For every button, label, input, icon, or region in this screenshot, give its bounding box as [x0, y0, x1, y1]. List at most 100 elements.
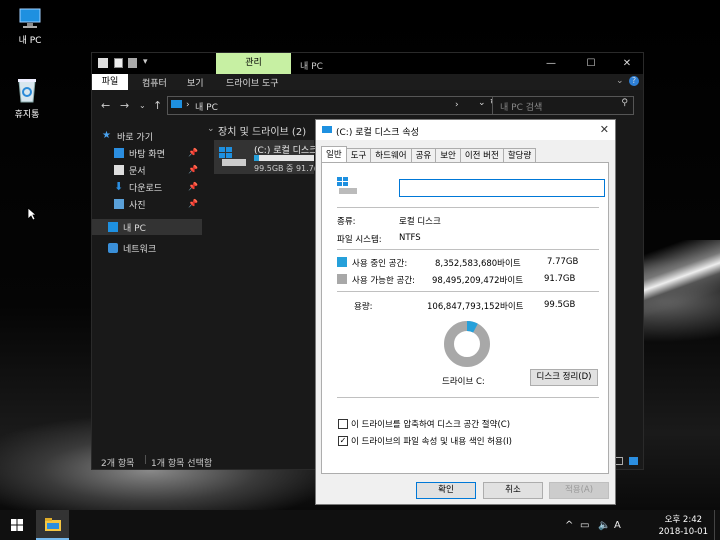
- disk-cleanup-button[interactable]: 디스크 정리(D): [530, 369, 598, 386]
- recent-locations-icon[interactable]: ⌄: [139, 101, 146, 110]
- compress-label[interactable]: 이 드라이브를 압축하여 디스크 공간 절약(C): [351, 418, 510, 430]
- drive-properties-dialog: (C:) 로컬 디스크 속성 ✕ 일반 도구 하드웨어 공유 보안 이전 버전 …: [315, 119, 616, 505]
- maximize-button[interactable]: ☐: [571, 53, 611, 74]
- capacity-gb: 99.5GB: [544, 300, 576, 310]
- large-icons-view-icon[interactable]: [629, 457, 638, 465]
- status-divider: |: [144, 455, 148, 465]
- dialog-close-icon[interactable]: ✕: [600, 123, 609, 136]
- up-arrow-icon[interactable]: ↑: [153, 99, 162, 112]
- network-tray-icon[interactable]: ▭: [580, 520, 589, 531]
- free-space-ring: [444, 321, 490, 367]
- minimize-button[interactable]: —: [531, 53, 571, 74]
- desktop-icon-label: 휴지통: [14, 110, 40, 120]
- start-button[interactable]: [0, 510, 34, 540]
- separator: [337, 207, 599, 208]
- type-value: 로컬 디스크: [399, 217, 441, 227]
- tab-file[interactable]: 파일: [92, 74, 128, 90]
- tab-quota[interactable]: 할당량: [502, 148, 537, 163]
- ribbon-tabs: 파일 컴퓨터 보기 드라이브 도구 ⌄ ?: [92, 74, 643, 90]
- clock[interactable]: 오후 2:42 2018-10-01: [659, 514, 708, 538]
- nav-quick-access[interactable]: ★ 바로 가기: [102, 129, 153, 143]
- tab-hardware[interactable]: 하드웨어: [370, 148, 412, 163]
- drive-large-icon: [337, 177, 357, 194]
- mouse-cursor-icon: [27, 207, 37, 221]
- network-icon: [108, 243, 118, 253]
- taskbar-file-explorer[interactable]: [36, 510, 69, 540]
- nav-label: 사진: [129, 200, 146, 211]
- forward-arrow-icon[interactable]: →: [120, 99, 129, 112]
- drive-icon: [219, 147, 246, 166]
- nav-pictures[interactable]: 사진: [114, 197, 146, 211]
- used-space-gb: 7.77GB: [547, 257, 579, 267]
- used-space-bytes: 8,352,583,680바이트: [435, 259, 521, 269]
- drive-name-input[interactable]: [399, 179, 605, 197]
- apply-button[interactable]: 적용(A): [549, 482, 609, 499]
- customize-toolbar-icon[interactable]: ▾: [143, 57, 148, 67]
- explorer-title-bar: ▾ 관리 내 PC — ☐ ✕: [92, 53, 643, 74]
- nav-desktop[interactable]: 바탕 화면: [114, 146, 165, 160]
- disk-usage-donut-chart: [444, 321, 490, 367]
- search-input[interactable]: 내 PC 검색 ⚲: [492, 96, 634, 115]
- tab-tools[interactable]: 도구: [345, 148, 372, 163]
- pin-icon[interactable]: 📌: [188, 182, 198, 191]
- properties-icon[interactable]: [114, 58, 123, 68]
- pc-small-icon: [108, 222, 118, 232]
- pin-icon[interactable]: 📌: [188, 199, 198, 208]
- cancel-button[interactable]: 취소: [483, 482, 543, 499]
- help-icon[interactable]: ?: [629, 76, 639, 86]
- show-desktop-button[interactable]: [714, 510, 718, 540]
- pin-icon[interactable]: 📌: [188, 165, 198, 174]
- tab-security[interactable]: 보안: [435, 148, 461, 163]
- pictures-icon: [114, 199, 124, 209]
- pc-icon: [19, 8, 41, 28]
- ime-indicator[interactable]: A: [614, 520, 621, 531]
- tab-computer[interactable]: 컴퓨터: [142, 76, 167, 89]
- index-checkbox[interactable]: ✓: [338, 436, 348, 446]
- tab-previous-versions[interactable]: 이전 버전: [459, 148, 504, 163]
- nav-label: 문서: [129, 166, 146, 177]
- pc-small-icon: [171, 100, 182, 108]
- free-space-bytes: 98,495,209,472바이트: [432, 276, 524, 286]
- address-bar[interactable]: › 내 PC › ⌄ ↻: [167, 96, 503, 115]
- drive-free-text: 99.5GB 중 91.7(: [254, 164, 317, 173]
- new-folder-icon[interactable]: [128, 58, 137, 68]
- type-label: 종류:: [337, 217, 356, 227]
- status-selected: 1개 항목 선택함: [151, 459, 213, 469]
- address-row: ← → ⌄ ↑ › 내 PC › ⌄ ↻ 내 PC 검색 ⚲: [92, 90, 643, 120]
- tab-view[interactable]: 보기: [187, 76, 204, 89]
- status-item-count: 2개 항목: [101, 459, 135, 469]
- tab-sharing[interactable]: 공유: [410, 148, 437, 163]
- quick-toolbar-icon[interactable]: [98, 58, 108, 68]
- drive-usage-bar: [254, 155, 314, 161]
- tab-general[interactable]: 일반: [321, 146, 347, 163]
- drive-small-icon: [322, 126, 332, 133]
- desktop-icon-recycle-bin[interactable]: 휴지통: [0, 76, 57, 120]
- free-space-label: 사용 가능한 공간:: [352, 276, 416, 286]
- tab-manage[interactable]: 관리: [216, 53, 291, 74]
- address-location[interactable]: 내 PC: [195, 100, 218, 113]
- nav-network[interactable]: 네트워크: [108, 241, 156, 255]
- drive-c-tile[interactable]: (C:) 로컬 디스크 99.5GB 중 91.7(: [214, 140, 317, 174]
- index-label[interactable]: 이 드라이브의 파일 속성 및 내용 색인 허용(I): [351, 435, 512, 447]
- back-arrow-icon[interactable]: ←: [101, 99, 110, 112]
- nav-downloads[interactable]: ⬇ 다운로드: [114, 180, 162, 194]
- windows-logo-icon: [11, 519, 23, 531]
- filesystem-label: 파일 시스템:: [337, 235, 382, 245]
- ok-button[interactable]: 확인: [416, 482, 476, 499]
- dialog-title: (C:) 로컬 디스크 속성: [336, 128, 419, 138]
- tab-drive-tools[interactable]: 드라이브 도구: [226, 76, 279, 89]
- collapse-chevron-icon[interactable]: ⌄: [207, 124, 215, 134]
- address-dropdown-icon[interactable]: ⌄: [478, 98, 486, 108]
- close-button[interactable]: ✕: [607, 53, 647, 74]
- path-separator-end: ›: [455, 100, 459, 110]
- nav-documents[interactable]: 문서: [114, 163, 146, 177]
- volume-icon[interactable]: 🔈: [598, 520, 610, 531]
- group-header[interactable]: 장치 및 드라이브 (2): [218, 123, 306, 138]
- desktop-icon-this-pc[interactable]: 내 PC: [0, 6, 60, 46]
- ribbon-expand-icon[interactable]: ⌄: [616, 76, 624, 86]
- tray-chevron-icon[interactable]: ^: [565, 520, 573, 531]
- search-icon[interactable]: ⚲: [621, 98, 628, 108]
- compress-checkbox[interactable]: [338, 419, 348, 429]
- pin-icon[interactable]: 📌: [188, 148, 198, 157]
- nav-this-pc[interactable]: 내 PC: [92, 219, 202, 235]
